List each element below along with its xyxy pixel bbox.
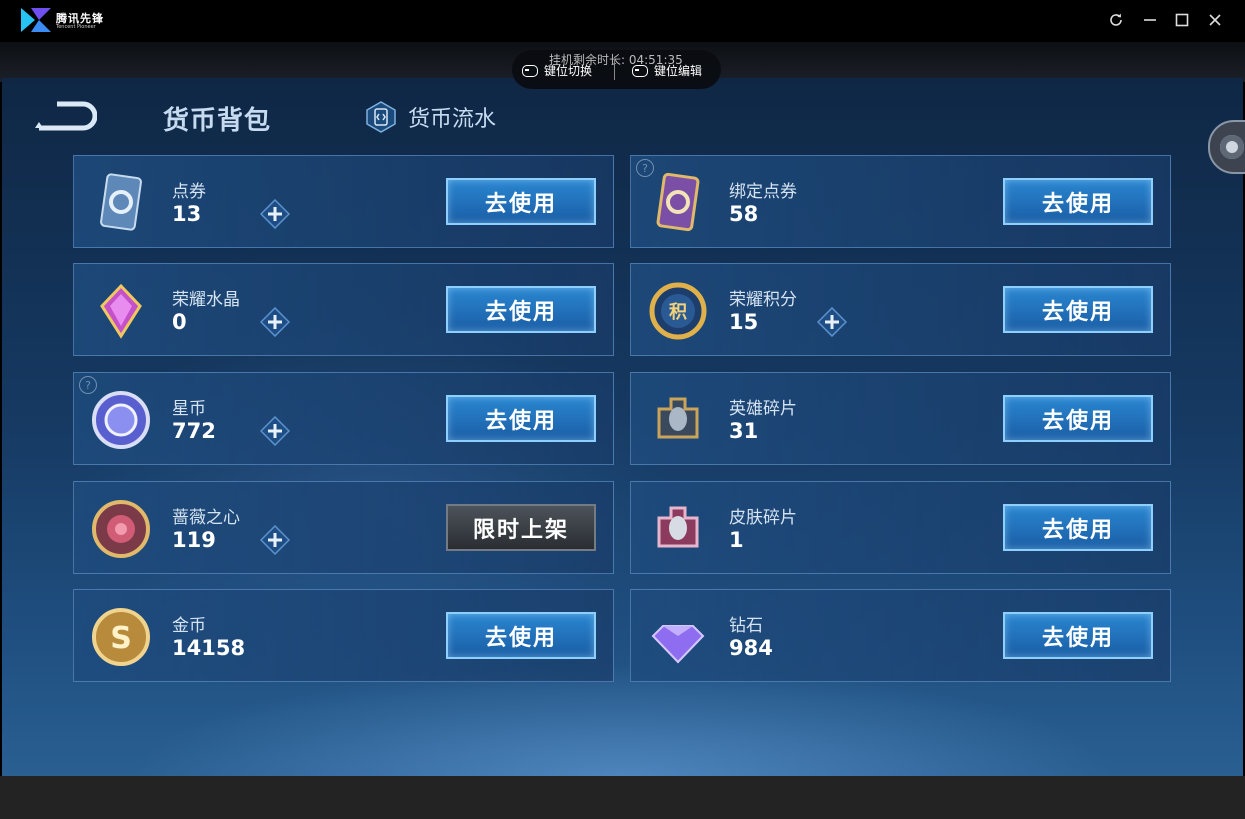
close-icon [1209,14,1221,26]
diamond-icon [651,625,705,664]
currency-count: 31 [729,419,759,443]
currency-name: 英雄碎片 [729,399,797,419]
currency-count: 14158 [172,636,246,660]
skin-fragment-icon [657,506,699,548]
gold-coin-icon: S [92,608,150,666]
currency-count: 15 [729,310,759,334]
close-button[interactable] [1205,10,1225,30]
currency-name: 皮肤碎片 [729,508,797,528]
glory-crystal-icon [100,283,142,339]
currency-card: 钻石 984 去使用 [630,589,1171,682]
svg-text:积: 积 [669,302,687,323]
use-button[interactable]: 去使用 [1003,395,1153,442]
title-bar: 腾讯先锋 Tencent Pioneer [0,0,1245,42]
currency-count: 0 [172,310,187,334]
app-subtitle: Tencent Pioneer [56,24,96,30]
hero-fragment-icon [657,397,699,439]
currency-card: 蔷薇之心 119 限时上架 [73,481,614,574]
svg-text:S: S [110,621,132,656]
currency-count: 13 [172,202,202,226]
currency-count: 1 [729,528,744,552]
use-button[interactable]: 去使用 [446,178,596,225]
back-arrow-icon [35,101,98,131]
add-currency-button[interactable] [260,307,290,337]
maximize-icon [1175,13,1189,27]
currency-name: 点券 [172,182,206,202]
star-coin-icon [92,391,150,449]
key-edit-button[interactable]: 键位编辑 [632,62,702,79]
currency-count: 984 [729,636,773,660]
coupon-card-icon [100,173,142,231]
currency-card: S 金币 14158 去使用 [73,589,614,682]
bound-coupon-card-icon [656,172,700,232]
gamepad-icon [632,64,648,77]
key-switch-label: 键位切换 [544,64,593,78]
currency-name: 金币 [172,616,206,636]
app-logo-icon [21,8,51,32]
currency-card: 英雄碎片 31 去使用 [630,372,1171,465]
use-button[interactable]: 去使用 [1003,286,1153,333]
currency-card: ? 绑定点券 58 去使用 [630,155,1171,248]
add-currency-button[interactable] [260,199,290,229]
currency-count: 58 [729,202,759,226]
currency-name: 蔷薇之心 [172,508,240,528]
currency-card: 皮肤碎片 1 去使用 [630,481,1171,574]
key-switch-button[interactable]: 键位切换 [522,62,592,79]
use-button[interactable]: 去使用 [446,286,596,333]
currency-card: 点券 13 去使用 [73,155,614,248]
currency-card: ? 星币 772 去使用 [73,372,614,465]
refresh-icon [1110,13,1122,26]
limited-release-button[interactable]: 限时上架 [446,504,596,551]
add-currency-button[interactable] [817,307,847,337]
add-currency-button[interactable] [260,525,290,555]
use-button[interactable]: 去使用 [1003,612,1153,659]
currency-card: 荣耀水晶 0 去使用 [73,263,614,356]
pill-divider [614,60,615,80]
key-edit-label: 键位编辑 [654,64,703,78]
currency-flow-label: 货币流水 [408,107,497,132]
bottom-bar [0,776,1245,819]
currency-flow-icon [366,101,396,133]
minimize-icon [1144,19,1156,21]
rose-heart-icon [92,500,150,558]
currency-name: 荣耀积分 [729,290,797,310]
currency-name: 星币 [172,399,206,419]
currency-name: 钻石 [729,616,763,636]
currency-count: 772 [172,419,216,443]
currency-card: 积 荣耀积分 15 去使用 [630,263,1171,356]
back-button[interactable] [33,100,98,132]
currency-count: 119 [172,528,216,552]
use-button[interactable]: 去使用 [1003,178,1153,225]
currency-flow-button[interactable]: 货币流水 [366,101,496,133]
add-currency-button[interactable] [260,416,290,446]
currency-name: 绑定点券 [729,182,797,202]
currency-name: 荣耀水晶 [172,290,240,310]
maximize-button[interactable] [1172,10,1192,30]
use-button[interactable]: 去使用 [1003,504,1153,551]
minimize-button[interactable] [1140,10,1160,30]
refresh-button[interactable] [1106,10,1126,30]
page-title: 货币背包 [163,106,272,136]
glory-points-icon: 积 [649,282,707,340]
use-button[interactable]: 去使用 [446,395,596,442]
use-button[interactable]: 去使用 [446,612,596,659]
gamepad-icon [522,64,538,77]
